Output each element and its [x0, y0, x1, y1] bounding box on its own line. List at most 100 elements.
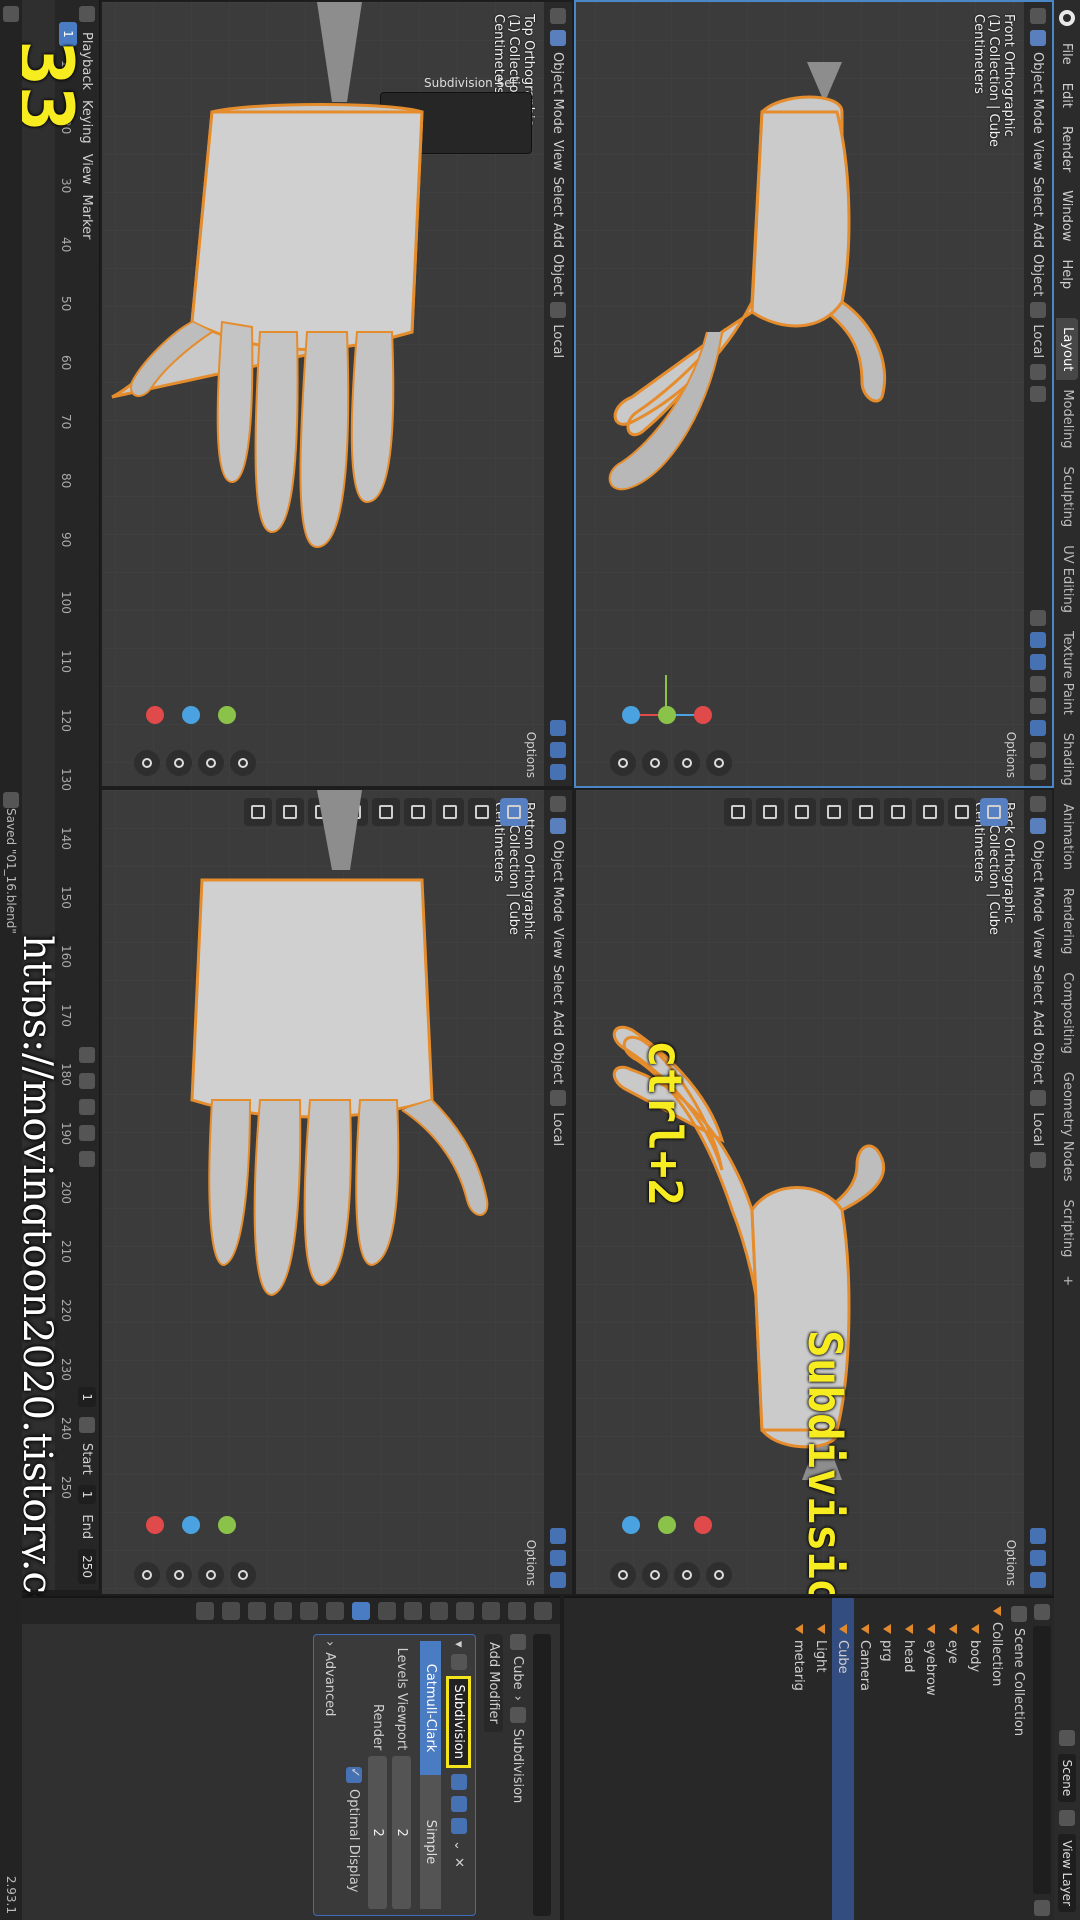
- simple-option[interactable]: Simple: [420, 1775, 441, 1909]
- render-toggle-icon[interactable]: [451, 1818, 467, 1835]
- play-icon[interactable]: [79, 1125, 95, 1142]
- menu-view[interactable]: View: [80, 154, 95, 185]
- outliner-item-eyebrow[interactable]: eyebrow: [920, 1598, 942, 1920]
- blender-logo-icon[interactable]: [1059, 10, 1075, 26]
- gizmo-z-icon[interactable]: [182, 706, 200, 724]
- gizmo-z-icon[interactable]: [182, 1516, 200, 1534]
- tab-geometry-nodes[interactable]: Geometry Nodes: [1056, 1063, 1078, 1191]
- perspective-toggle-button[interactable]: [134, 750, 160, 776]
- gizmo-z-icon[interactable]: [622, 1516, 640, 1534]
- gizmo-x-icon[interactable]: [146, 1516, 164, 1534]
- menu-help[interactable]: Help: [1060, 251, 1075, 299]
- perspective-toggle-button[interactable]: [610, 1562, 636, 1588]
- jump-end-icon[interactable]: [79, 1151, 95, 1168]
- pan-button[interactable]: [198, 750, 224, 776]
- add-modifier-button[interactable]: Add Modifier: [484, 1634, 504, 1732]
- object-tab-icon[interactable]: [378, 1602, 396, 1620]
- scene-selector[interactable]: Scene: [1058, 1753, 1076, 1803]
- menu-marker[interactable]: Marker: [80, 195, 95, 240]
- data-tab-icon[interactable]: [248, 1602, 266, 1620]
- hand-mesh-bottom[interactable]: [100, 790, 572, 1596]
- perspective-toggle-button[interactable]: [610, 750, 636, 776]
- current-frame-field[interactable]: 1: [78, 1387, 96, 1407]
- tab-sculpting[interactable]: Sculpting: [1056, 457, 1078, 536]
- viewport-toggle-icon[interactable]: [451, 1796, 467, 1813]
- view-layer-tab-icon[interactable]: [456, 1602, 474, 1620]
- pan-button[interactable]: [198, 1562, 224, 1588]
- add-workspace-button[interactable]: +: [1056, 1266, 1078, 1295]
- collapse-arrow-icon[interactable]: ▾: [452, 1641, 467, 1648]
- outliner-item-body[interactable]: body: [964, 1598, 986, 1920]
- play-reverse-icon[interactable]: [79, 1099, 95, 1116]
- viewport-front[interactable]: Object Mode View Select Add Object Local…: [574, 0, 1054, 788]
- tab-rendering[interactable]: Rendering: [1056, 879, 1078, 963]
- render-tab-icon[interactable]: [508, 1602, 526, 1620]
- editor-type-icon[interactable]: [1034, 1604, 1050, 1620]
- outliner-item-light[interactable]: Light: [810, 1598, 832, 1920]
- constraints-tab-icon[interactable]: [274, 1602, 292, 1620]
- tool-tab-icon[interactable]: [534, 1602, 552, 1620]
- tab-texture-paint[interactable]: Texture Paint: [1056, 622, 1078, 724]
- pan-button[interactable]: [674, 750, 700, 776]
- gizmo-y-icon[interactable]: [658, 706, 676, 724]
- navigation-gizmo[interactable]: [146, 1480, 236, 1570]
- outliner-item-camera[interactable]: Camera: [854, 1598, 876, 1920]
- tab-scripting[interactable]: Scripting: [1056, 1191, 1078, 1267]
- outliner-item-collection[interactable]: Collection: [986, 1598, 1008, 1920]
- gizmo-x-icon[interactable]: [694, 706, 712, 724]
- particles-tab-icon[interactable]: [326, 1602, 344, 1620]
- advanced-row[interactable]: › Advanced: [318, 1641, 342, 1909]
- levels-viewport-field[interactable]: 2: [392, 1756, 412, 1909]
- render-levels-field[interactable]: 2: [368, 1756, 388, 1909]
- tab-layout[interactable]: Layout: [1056, 318, 1078, 381]
- start-field[interactable]: 1: [78, 1484, 96, 1505]
- menu-render[interactable]: Render: [1060, 117, 1075, 181]
- modifier-menu-icon[interactable]: ⌄: [452, 1840, 467, 1851]
- tab-compositing[interactable]: Compositing: [1056, 963, 1078, 1063]
- remove-modifier-icon[interactable]: ✕: [452, 1857, 467, 1868]
- end-field[interactable]: 250: [78, 1549, 96, 1584]
- tab-modeling[interactable]: Modeling: [1056, 380, 1078, 457]
- gizmo-y-icon[interactable]: [218, 706, 236, 724]
- modifier-name-field[interactable]: Subdivision: [446, 1675, 472, 1769]
- outliner-item-metarig[interactable]: metarig: [788, 1598, 810, 1920]
- outliner-item-eye[interactable]: eye: [942, 1598, 964, 1920]
- modifier-tab-icon[interactable]: [352, 1602, 370, 1620]
- jump-start-icon[interactable]: [79, 1073, 95, 1090]
- zoom-button[interactable]: [706, 750, 732, 776]
- gizmo-z-icon[interactable]: [622, 706, 640, 724]
- outliner-scene-collection[interactable]: Scene Collection: [1008, 1598, 1030, 1920]
- properties-search[interactable]: [533, 1634, 551, 1916]
- perspective-toggle-button[interactable]: [134, 1562, 160, 1588]
- zoom-button[interactable]: [230, 1562, 256, 1588]
- gizmo-x-icon[interactable]: [146, 706, 164, 724]
- camera-view-button[interactable]: [166, 1562, 192, 1588]
- editor-type-icon[interactable]: [79, 6, 95, 22]
- menu-edit[interactable]: Edit: [1060, 74, 1075, 117]
- outliner-item-cube[interactable]: Cube: [832, 1598, 854, 1920]
- output-tab-icon[interactable]: [482, 1602, 500, 1620]
- tab-animation[interactable]: Animation: [1056, 795, 1078, 879]
- camera-view-button[interactable]: [166, 750, 192, 776]
- gizmo-x-icon[interactable]: [694, 1516, 712, 1534]
- viewport-bottom[interactable]: Object Mode View Select Add Object Local…: [100, 788, 574, 1596]
- view-layer-selector[interactable]: View Layer: [1058, 1834, 1076, 1912]
- outliner-item-prg[interactable]: prg: [876, 1598, 898, 1920]
- world-tab-icon[interactable]: [404, 1602, 422, 1620]
- outliner-item-head[interactable]: head: [898, 1598, 920, 1920]
- viewport-back[interactable]: Object Mode View Select Add Object Local…: [574, 788, 1054, 1596]
- camera-view-button[interactable]: [642, 1562, 668, 1588]
- viewport-top[interactable]: Object Mode View Select Add Object Local…: [100, 0, 574, 788]
- tab-uv-editing[interactable]: UV Editing: [1056, 536, 1078, 622]
- optimal-display-checkbox[interactable]: ✓: [346, 1767, 362, 1783]
- scene-tab-icon[interactable]: [430, 1602, 448, 1620]
- zoom-button[interactable]: [230, 750, 256, 776]
- edit-mode-toggle-icon[interactable]: [451, 1774, 467, 1791]
- catmull-clark-option[interactable]: Catmull-Clark: [420, 1641, 441, 1775]
- tab-shading[interactable]: Shading: [1056, 724, 1078, 795]
- gizmo-y-icon[interactable]: [218, 1516, 236, 1534]
- camera-view-button[interactable]: [642, 750, 668, 776]
- navigation-gizmo[interactable]: [622, 670, 712, 760]
- zoom-button[interactable]: [706, 1562, 732, 1588]
- menu-window[interactable]: Window: [1060, 181, 1075, 250]
